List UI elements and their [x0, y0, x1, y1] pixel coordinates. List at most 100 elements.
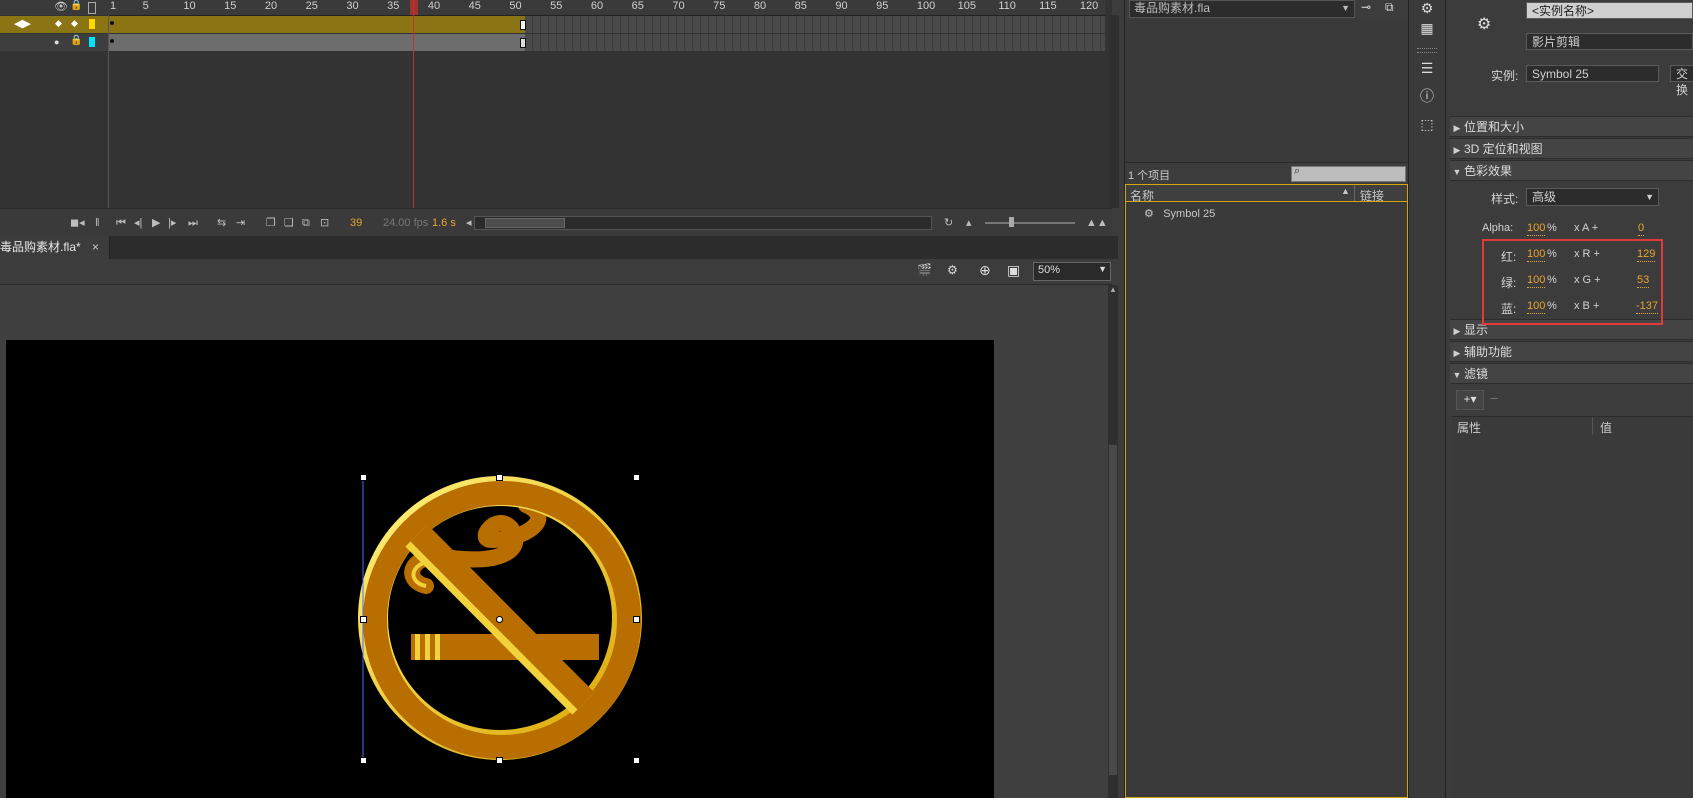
- transform-handle[interactable]: [360, 616, 367, 623]
- stage-toolbar: 🎬 ⚙ ⊕ ▣: [0, 259, 1112, 285]
- modify-markers-icon[interactable]: ⊡: [320, 217, 329, 229]
- step-forward-icon[interactable]: |▸: [168, 217, 176, 229]
- panel-iconstrip: ⚙ ▦ ☰ ⓘ ⬚: [1408, 0, 1446, 798]
- stage-vscroll[interactable]: ▲: [1108, 285, 1118, 798]
- swatches-icon[interactable]: ▦: [1419, 20, 1435, 36]
- edit-symbol-icon[interactable]: ⚙: [947, 263, 958, 277]
- chevron-down-icon[interactable]: ▼: [1645, 189, 1654, 205]
- align-icon[interactable]: ☰: [1419, 60, 1435, 76]
- transform-handle[interactable]: [633, 474, 640, 481]
- frame-rate[interactable]: 24.00 fps: [383, 217, 428, 229]
- symbol-type-select[interactable]: 影片剪辑: [1526, 33, 1693, 50]
- instance-value: Symbol 25: [1526, 65, 1659, 82]
- transform-handle[interactable]: [360, 757, 367, 764]
- transform-point[interactable]: [496, 616, 503, 623]
- section-color-effect[interactable]: ▼ 色彩效果: [1450, 160, 1693, 181]
- zoom-large-icon[interactable]: ▲▲: [1086, 217, 1108, 229]
- layer-color-swatch[interactable]: [89, 37, 95, 47]
- center-stage-icon[interactable]: ⊕: [979, 262, 991, 279]
- zoom-select[interactable]: 50% ▼: [1033, 262, 1111, 281]
- transform-icon[interactable]: ⬚: [1419, 116, 1435, 132]
- layer-color-swatch[interactable]: [89, 19, 95, 29]
- lock-dot-icon[interactable]: ◆: [71, 18, 78, 29]
- no-smoking-symbol[interactable]: [6, 340, 994, 798]
- section-accessibility[interactable]: ▶ 辅助功能: [1450, 341, 1693, 362]
- outline-icon[interactable]: [88, 2, 96, 14]
- list-item[interactable]: ⚙ Symbol 25: [1144, 206, 1215, 222]
- loop-icon[interactable]: ⇆: [217, 217, 226, 229]
- center-frame-icon[interactable]: ⇥: [236, 217, 245, 229]
- visibility-dot-icon[interactable]: ●: [54, 37, 59, 47]
- edit-multiple-icon[interactable]: ⧉: [302, 217, 310, 229]
- frame-ruler[interactable]: 1 5 10 15 20 25 30 35 40 45 50 55 60 65 70 75 80 85 90 95 10…: [108, 0, 1105, 16]
- camera-icon[interactable]: ◼◂: [70, 217, 85, 229]
- onion-outline-icon[interactable]: ❏: [284, 217, 294, 229]
- pin-icon[interactable]: ⊸: [1361, 0, 1371, 14]
- info-icon[interactable]: ⓘ: [1419, 88, 1435, 104]
- document-tabbar: [0, 236, 1118, 259]
- visibility-dot-icon[interactable]: ◆: [55, 18, 62, 29]
- transform-handle[interactable]: [496, 757, 503, 764]
- lock-icon[interactable]: 🔒: [70, 0, 82, 11]
- transform-handle[interactable]: [633, 757, 640, 764]
- end-frame-icon: [520, 20, 526, 30]
- alpha-percent[interactable]: 100: [1527, 222, 1546, 236]
- zoom-small-icon[interactable]: ▴: [966, 217, 972, 229]
- scroll-up-icon[interactable]: ▲: [1109, 285, 1117, 294]
- swap-button[interactable]: 交换: [1670, 65, 1693, 97]
- section-3d[interactable]: ▶ 3D 定位和视图: [1450, 138, 1693, 159]
- section-position-size[interactable]: ▶ 位置和大小: [1450, 116, 1693, 137]
- lock-icon[interactable]: 🔒: [70, 35, 82, 46]
- remove-filter-icon[interactable]: −: [1486, 390, 1502, 408]
- transform-handle[interactable]: [360, 474, 367, 481]
- zoom-slider[interactable]: [985, 222, 1075, 224]
- timeline-vscroll[interactable]: [1109, 15, 1119, 208]
- current-frame[interactable]: 39: [350, 217, 362, 229]
- elapsed-time: 1.6 s: [432, 217, 456, 229]
- ruler-tick-label: 1: [110, 0, 117, 12]
- layer-row-1[interactable]: ◀▶ ◆ ◆: [0, 16, 108, 33]
- ruler-tick-label: 15: [224, 0, 237, 12]
- zoom-slider-thumb[interactable]: [1009, 217, 1014, 227]
- onion-skin-icon[interactable]: ❐: [266, 217, 276, 229]
- instance-name-input[interactable]: <实例名称>: [1526, 2, 1693, 19]
- frames-row-1[interactable]: [108, 16, 1105, 33]
- section-filters[interactable]: ▼ 滤镜: [1450, 363, 1693, 384]
- frames-row-2[interactable]: [108, 34, 1105, 51]
- playhead-line[interactable]: [413, 0, 414, 208]
- close-icon[interactable]: ×: [92, 240, 99, 254]
- play-icon[interactable]: ▶: [152, 217, 160, 229]
- ruler-tick-label: 75: [713, 0, 726, 12]
- layer-prev-icon[interactable]: ◀▶: [14, 17, 31, 30]
- step-back-icon[interactable]: ◂|: [134, 217, 142, 229]
- library-document-select[interactable]: 毒品购素材.fla ▼: [1129, 0, 1355, 18]
- first-frame-icon[interactable]: ⏮: [116, 217, 126, 229]
- ruler-tick-label: 20: [264, 0, 278, 12]
- scroll-left-icon[interactable]: ◂: [466, 217, 472, 229]
- transform-handle[interactable]: [633, 616, 640, 623]
- layer-row-2[interactable]: ● 🔒: [0, 34, 108, 51]
- last-frame-icon[interactable]: ⏭: [188, 217, 198, 229]
- refresh-icon[interactable]: ↻: [944, 217, 953, 229]
- section-label: 色彩效果: [1464, 164, 1513, 178]
- clip-stage-icon[interactable]: ▣: [1007, 262, 1020, 279]
- alpha-offset[interactable]: 0: [1638, 222, 1645, 236]
- eye-icon[interactable]: 👁: [54, 0, 68, 13]
- stage[interactable]: [6, 340, 994, 798]
- playhead-marker[interactable]: [410, 0, 418, 15]
- ruler-tick-label: 45: [468, 0, 481, 12]
- color-icon[interactable]: ⚙: [1419, 0, 1435, 16]
- sort-icon[interactable]: ▲: [1341, 186, 1350, 196]
- chevron-down-icon[interactable]: ▼: [1341, 1, 1350, 16]
- ruler-tick-label: 30: [346, 0, 359, 12]
- library-search-input[interactable]: ⌕: [1291, 165, 1406, 182]
- timeline-hscroll[interactable]: [474, 216, 932, 230]
- chevron-down-icon[interactable]: ▼: [1098, 264, 1107, 274]
- style-select[interactable]: 高级 ▼: [1526, 188, 1659, 206]
- document-tab[interactable]: 毒品购素材.fla* ×: [0, 236, 111, 259]
- add-filter-icon[interactable]: +▾: [1456, 390, 1484, 410]
- transform-handle[interactable]: [496, 474, 503, 481]
- edit-scene-icon[interactable]: 🎬: [917, 263, 932, 277]
- section-label: 3D 定位和视图: [1464, 142, 1543, 156]
- new-library-icon[interactable]: ⧉: [1385, 0, 1394, 15]
